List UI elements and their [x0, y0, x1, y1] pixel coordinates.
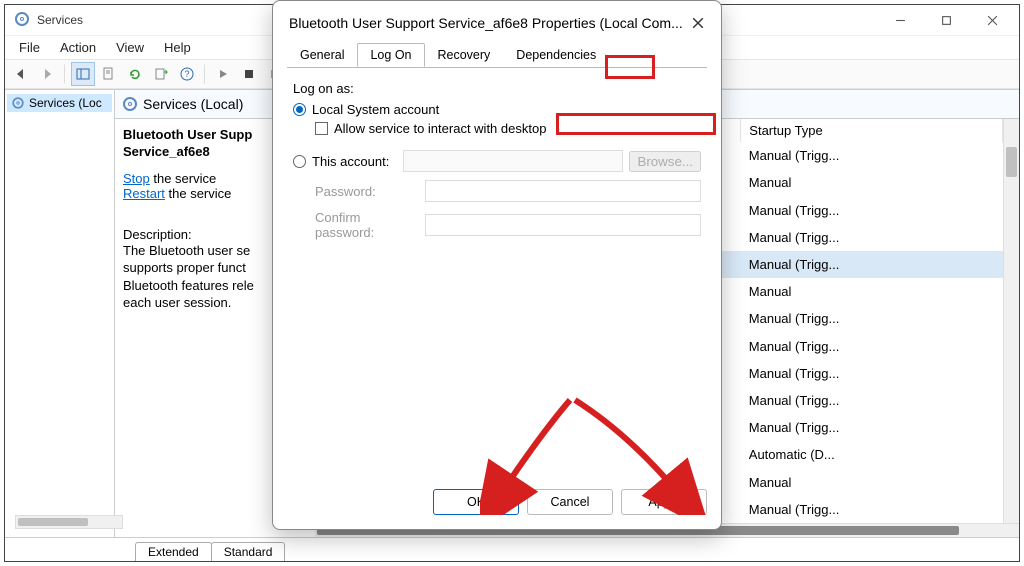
toolbar-back-icon[interactable]	[9, 62, 33, 86]
ok-button[interactable]: OK	[433, 489, 519, 515]
vertical-scrollbar[interactable]	[1003, 119, 1019, 523]
toolbar-detail-pane-icon[interactable]	[71, 62, 95, 86]
dialog-title: Bluetooth User Support Service_af6e8 Pro…	[289, 15, 683, 31]
tab-standard[interactable]: Standard	[211, 542, 286, 561]
radio-this-account[interactable]	[293, 155, 306, 168]
table-cell: Manual (Trigg...	[741, 496, 1003, 523]
table-cell: Manual	[741, 169, 1003, 196]
toolbar-export-icon[interactable]	[149, 62, 173, 86]
dialog-tab-general[interactable]: General	[287, 43, 357, 67]
radio-local-system-label: Local System account	[312, 102, 439, 117]
toolbar-help-icon[interactable]: ?	[175, 62, 199, 86]
gear-icon	[12, 97, 23, 108]
stop-link[interactable]: Stop	[123, 171, 150, 186]
stop-after-text: the service	[150, 171, 216, 186]
checkbox-allow-interact[interactable]	[315, 122, 328, 135]
tree-pane: Services (Loc	[5, 90, 115, 537]
detail-header-title: Services (Local)	[143, 96, 243, 112]
services-app-icon	[15, 12, 31, 28]
toolbar-start-icon[interactable]	[211, 62, 235, 86]
table-cell: Manual (Trigg...	[741, 414, 1003, 441]
toolbar-separator	[64, 64, 66, 84]
toolbar-forward-icon[interactable]	[35, 62, 59, 86]
confirm-password-label: Confirm password:	[315, 210, 415, 240]
left-horizontal-scrollbar[interactable]	[15, 515, 123, 529]
dialog-tab-logon[interactable]: Log On	[357, 43, 424, 67]
confirm-password-input[interactable]	[425, 214, 701, 236]
table-cell: Manual (Trigg...	[741, 142, 1003, 169]
restart-after-text: the service	[165, 186, 231, 201]
table-cell: Manual (Trigg...	[741, 251, 1003, 278]
dialog-tab-recovery[interactable]: Recovery	[425, 43, 504, 67]
radio-local-system-row[interactable]: Local System account	[293, 102, 701, 117]
toolbar-separator	[204, 64, 206, 84]
table-cell: Manual (Trigg...	[741, 387, 1003, 414]
dialog-tab-dependencies[interactable]: Dependencies	[503, 43, 609, 67]
menu-action[interactable]: Action	[52, 38, 104, 57]
dialog-close-button[interactable]	[683, 11, 713, 35]
browse-button[interactable]: Browse...	[629, 151, 701, 172]
table-cell: Manual (Trigg...	[741, 305, 1003, 332]
toolbar-stop-icon[interactable]	[237, 62, 261, 86]
table-cell: Manual (Trigg...	[741, 332, 1003, 359]
table-cell: Manual	[741, 468, 1003, 495]
window-title: Services	[37, 13, 83, 27]
col-startup[interactable]: Startup Type	[741, 119, 1003, 142]
maximize-button[interactable]	[923, 5, 969, 35]
menu-help[interactable]: Help	[156, 38, 199, 57]
allow-interact-row[interactable]: Allow service to interact with desktop	[293, 121, 701, 136]
table-cell: Manual (Trigg...	[741, 360, 1003, 387]
toolbar-refresh-icon[interactable]	[123, 62, 147, 86]
menu-view[interactable]: View	[108, 38, 152, 57]
apply-button[interactable]: Apply	[621, 489, 707, 515]
bottom-tabs: Extended Standard	[5, 537, 1019, 561]
gear-icon	[123, 97, 137, 111]
table-cell: Manual (Trigg...	[741, 224, 1003, 251]
password-label: Password:	[315, 184, 415, 199]
table-cell: Manual	[741, 278, 1003, 305]
minimize-button[interactable]	[877, 5, 923, 35]
password-input[interactable]	[425, 180, 701, 202]
table-cell: Manual (Trigg...	[741, 196, 1003, 223]
radio-this-account-label: This account:	[312, 154, 389, 169]
checkbox-allow-interact-label: Allow service to interact with desktop	[334, 121, 546, 136]
svg-text:?: ?	[184, 69, 189, 79]
properties-dialog: Bluetooth User Support Service_af6e8 Pro…	[272, 0, 722, 530]
close-button[interactable]	[969, 5, 1015, 35]
cancel-button[interactable]: Cancel	[527, 489, 613, 515]
tree-root[interactable]: Services (Loc	[7, 94, 112, 112]
restart-link[interactable]: Restart	[123, 186, 165, 201]
this-account-input[interactable]	[403, 150, 623, 172]
radio-this-account-row[interactable]: This account: Browse...	[293, 150, 701, 172]
menu-file[interactable]: File	[11, 38, 48, 57]
tab-extended[interactable]: Extended	[135, 542, 212, 561]
logon-as-label: Log on as:	[293, 81, 701, 96]
radio-local-system[interactable]	[293, 103, 306, 116]
tree-root-label: Services (Loc	[29, 96, 102, 110]
toolbar-properties-icon[interactable]	[97, 62, 121, 86]
table-cell: Automatic (D...	[741, 441, 1003, 468]
